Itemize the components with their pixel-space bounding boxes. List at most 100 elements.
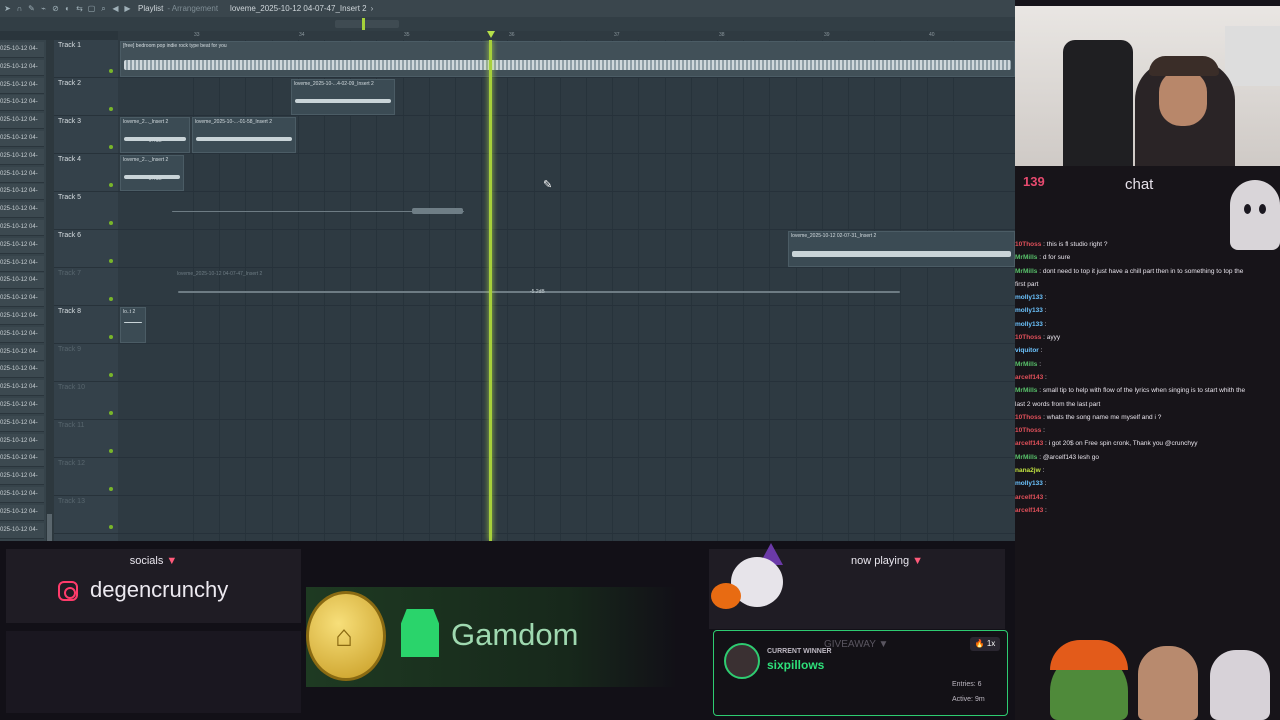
track-lane[interactable] — [118, 496, 1015, 534]
browser-item[interactable]: 025-10-12 04- — [0, 415, 44, 432]
chat-username[interactable]: arcelf143 — [1015, 494, 1043, 501]
browser-item[interactable]: 025-10-12 04- — [0, 184, 44, 201]
browser-item[interactable]: 025-10-12 04- — [0, 202, 44, 219]
track-header[interactable]: Track 6 — [54, 230, 118, 268]
arrow-icon[interactable]: ➤ — [3, 4, 12, 13]
chat-username[interactable]: MrMills — [1015, 454, 1037, 461]
play-icon[interactable]: ▶ — [123, 4, 132, 13]
browser-item[interactable]: 025-10-12 04- — [0, 487, 44, 503]
browser-item[interactable]: 025-10-12 04- — [0, 451, 44, 468]
browser-item[interactable]: 025-10-12 04- — [0, 273, 44, 290]
browser-scroll-thumb[interactable] — [47, 514, 52, 541]
browser-item[interactable]: 025-10-12 04- — [0, 59, 44, 76]
audio-clip[interactable]: lo..t 2 — [120, 307, 146, 343]
track-lane[interactable] — [118, 420, 1015, 458]
chat-username[interactable]: molly133 — [1015, 321, 1043, 328]
track-header[interactable]: Track 8 — [54, 306, 118, 344]
track-header[interactable]: Track 12 — [54, 458, 118, 496]
browser-scrollbar[interactable] — [46, 40, 54, 541]
track-lane[interactable] — [118, 154, 1015, 192]
track-enable-led[interactable] — [109, 183, 113, 187]
browser-item[interactable]: 025-10-12 04- — [0, 255, 44, 272]
track-enable-led[interactable] — [109, 335, 113, 339]
browser-item[interactable]: 025-10-12 04- — [0, 95, 44, 112]
browser-item[interactable]: 025-10-12 04- — [0, 237, 44, 254]
track-enable-led[interactable] — [109, 297, 113, 301]
track-enable-led[interactable] — [109, 487, 113, 491]
magnet-icon[interactable]: ∩ — [15, 4, 24, 13]
track-enable-led[interactable] — [109, 221, 113, 225]
track-enable-led[interactable] — [109, 373, 113, 377]
brush-icon[interactable]: ⌁ — [39, 4, 48, 13]
track-lane[interactable] — [118, 458, 1015, 496]
audio-clip[interactable]: loveme_2025-10-12 02-07-31_Insert 2 — [788, 231, 1015, 267]
playback-icon[interactable]: ◀ — [111, 4, 120, 13]
chat-username[interactable]: arcelf143 — [1015, 440, 1043, 447]
browser-item[interactable]: 025-10-12 04- — [0, 42, 44, 58]
track-enable-led[interactable] — [109, 449, 113, 453]
current-insert-label[interactable]: loveme_2025-10-12 04-07-47_Insert 2 — [230, 4, 367, 13]
browser-item[interactable]: 025-10-12 04- — [0, 166, 44, 183]
browser-item[interactable]: 025-10-12 04- — [0, 469, 44, 486]
chat-username[interactable]: MrMills — [1015, 254, 1037, 261]
audio-clip[interactable]: loveme_2..._Insert 2 -5.4dB — [120, 155, 184, 191]
chat-username[interactable]: 10Thoss — [1015, 414, 1041, 421]
track-enable-led[interactable] — [109, 259, 113, 263]
audio-clip[interactable]: loveme_2025-10-...-01-58_Insert 2 — [192, 117, 296, 153]
chat-username[interactable]: arcelf143 — [1015, 507, 1043, 514]
browser-item[interactable]: 025-10-12 04- — [0, 291, 44, 308]
chat-username[interactable]: MrMills — [1015, 361, 1037, 368]
slip-icon[interactable]: ⇆ — [75, 4, 84, 13]
chat-username[interactable]: nana2jw — [1015, 467, 1041, 474]
chat-username[interactable]: viquitor — [1015, 347, 1039, 354]
browser-item[interactable]: 025-10-12 04- — [0, 522, 44, 539]
chat-username[interactable]: molly133 — [1015, 307, 1043, 314]
audio-clip[interactable]: loveme_2025-10-...4-02-09_Insert 2 — [291, 79, 395, 115]
chat-username[interactable]: arcelf143 — [1015, 374, 1043, 381]
horizontal-scroll-thumb[interactable] — [335, 20, 399, 28]
track-lane[interactable] — [118, 306, 1015, 344]
audio-clip[interactable]: [free] bedroom pop indie rock type beat … — [120, 41, 1015, 77]
track-lane[interactable] — [118, 78, 1015, 116]
track-header[interactable]: Track 7 — [54, 268, 118, 306]
browser-item[interactable]: 025-10-12 04- — [0, 380, 44, 397]
browser-item[interactable]: 025-10-12 04- — [0, 309, 44, 325]
track-enable-led[interactable] — [109, 525, 113, 529]
audio-clip[interactable]: loveme_2025-10-12 04-07-47_Insert 2 -5.2… — [174, 269, 904, 305]
browser-item[interactable]: 025-10-12 04- — [0, 433, 44, 450]
browser-item[interactable]: 025-10-12 04- — [0, 362, 44, 379]
browser-item[interactable]: 025-10-12 04- — [0, 504, 44, 521]
delete-icon[interactable]: ⊘ — [51, 4, 60, 13]
playlist-overview-bar[interactable] — [0, 17, 1015, 31]
select-icon[interactable]: ▢ — [87, 4, 96, 13]
mute-icon[interactable]: ◐ — [63, 4, 72, 13]
insert-arrow[interactable]: › — [371, 4, 374, 13]
chat-username[interactable]: MrMills — [1015, 387, 1037, 394]
track-header[interactable]: Track 11 — [54, 420, 118, 458]
chat-username[interactable]: MrMills — [1015, 268, 1037, 275]
chat-username[interactable]: molly133 — [1015, 294, 1043, 301]
audio-clip[interactable]: loveme_2..._Insert 2 -6.4dB — [120, 117, 190, 153]
track-header[interactable]: Track 13 — [54, 496, 118, 534]
chat-username[interactable]: 10Thoss — [1015, 427, 1041, 434]
browser-item[interactable]: 025-10-12 04- — [0, 131, 44, 147]
pencil-icon[interactable]: ✎ — [27, 4, 36, 13]
track-enable-led[interactable] — [109, 69, 113, 73]
track-enable-led[interactable] — [109, 107, 113, 111]
track-header[interactable]: Track 1 — [54, 40, 118, 78]
track-header[interactable]: Track 5 — [54, 192, 118, 230]
track-header[interactable]: Track 10 — [54, 382, 118, 420]
track-lane[interactable] — [118, 382, 1015, 420]
timeline-ruler[interactable]: 33 34 35 36 37 38 39 40 — [118, 31, 1015, 40]
chat-username[interactable]: molly133 — [1015, 480, 1043, 487]
track-enable-led[interactable] — [109, 411, 113, 415]
browser-item[interactable]: 025-10-12 04- — [0, 344, 44, 361]
chat-username[interactable]: 10Thoss — [1015, 334, 1041, 341]
track-header[interactable]: Track 3 — [54, 116, 118, 154]
browser-item[interactable]: 025-10-12 04- — [0, 148, 44, 165]
audio-clip[interactable] — [168, 193, 468, 229]
browser-item[interactable]: 025-10-12 04- — [0, 326, 44, 343]
browser-item[interactable]: 025-10-12 04- — [0, 77, 44, 94]
browser-item[interactable]: 025-10-12 04- — [0, 398, 44, 414]
playhead-marker[interactable] — [487, 31, 495, 38]
